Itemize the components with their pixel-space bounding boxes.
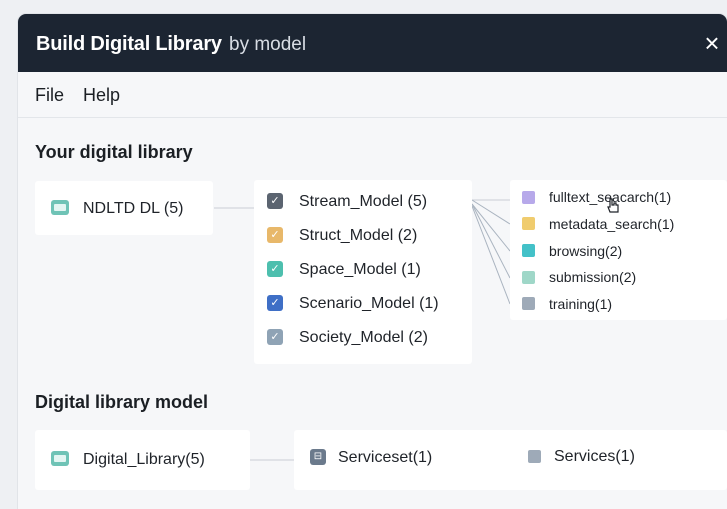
digital-library-node[interactable]: Digital_Library(5) bbox=[35, 430, 250, 490]
serviceset-card: ⊟ Serviceset(1) Services(1) bbox=[294, 430, 727, 490]
service-label: browsing(2) bbox=[549, 243, 623, 259]
service-label: metadata_search(1) bbox=[549, 216, 675, 232]
folder-icon bbox=[51, 451, 69, 466]
service-label: submission(2) bbox=[549, 269, 637, 285]
connector-stream-submission bbox=[471, 203, 511, 279]
hand-cursor-icon bbox=[607, 198, 619, 213]
model-label: Scenario_Model (1) bbox=[299, 295, 439, 312]
model-label: Stream_Model (5) bbox=[299, 193, 428, 210]
models-card: ✓ Stream_Model (5) ✓ Struct_Model (2) ✓ … bbox=[254, 180, 472, 364]
library-node[interactable]: NDLTD DL (5) bbox=[35, 181, 213, 235]
build-digital-library-window: Build Digital Library by model × File He… bbox=[18, 14, 727, 509]
service-square-icon bbox=[522, 217, 535, 230]
library-node-label: NDLTD DL (5) bbox=[83, 200, 184, 217]
folder-icon bbox=[51, 200, 69, 215]
service-label: training(1) bbox=[549, 296, 613, 312]
serviceset-icon: ⊟ bbox=[310, 449, 326, 465]
checkbox-icon[interactable]: ✓ bbox=[267, 295, 283, 311]
service-square-icon bbox=[522, 191, 535, 204]
checkbox-icon[interactable]: ✓ bbox=[267, 329, 283, 345]
service-square-icon bbox=[522, 297, 535, 310]
model-label: Struct_Model (2) bbox=[299, 227, 418, 244]
checkbox-icon[interactable]: ✓ bbox=[267, 193, 283, 209]
checkbox-icon[interactable]: ✓ bbox=[267, 261, 283, 277]
model-label: Society_Model (2) bbox=[299, 329, 428, 346]
digital-library-label: Digital_Library(5) bbox=[83, 451, 205, 468]
services-square-icon bbox=[528, 450, 541, 463]
service-square-icon bbox=[522, 271, 535, 284]
connector-stream-browsing bbox=[471, 203, 511, 252]
section-library-model: Digital library model bbox=[35, 392, 209, 412]
serviceset-label: Serviceset(1) bbox=[338, 449, 433, 466]
model-label: Space_Model (1) bbox=[299, 261, 421, 278]
checkbox-icon[interactable]: ✓ bbox=[267, 227, 283, 243]
services-label: Services(1) bbox=[554, 448, 635, 465]
service-square-icon bbox=[522, 244, 535, 257]
